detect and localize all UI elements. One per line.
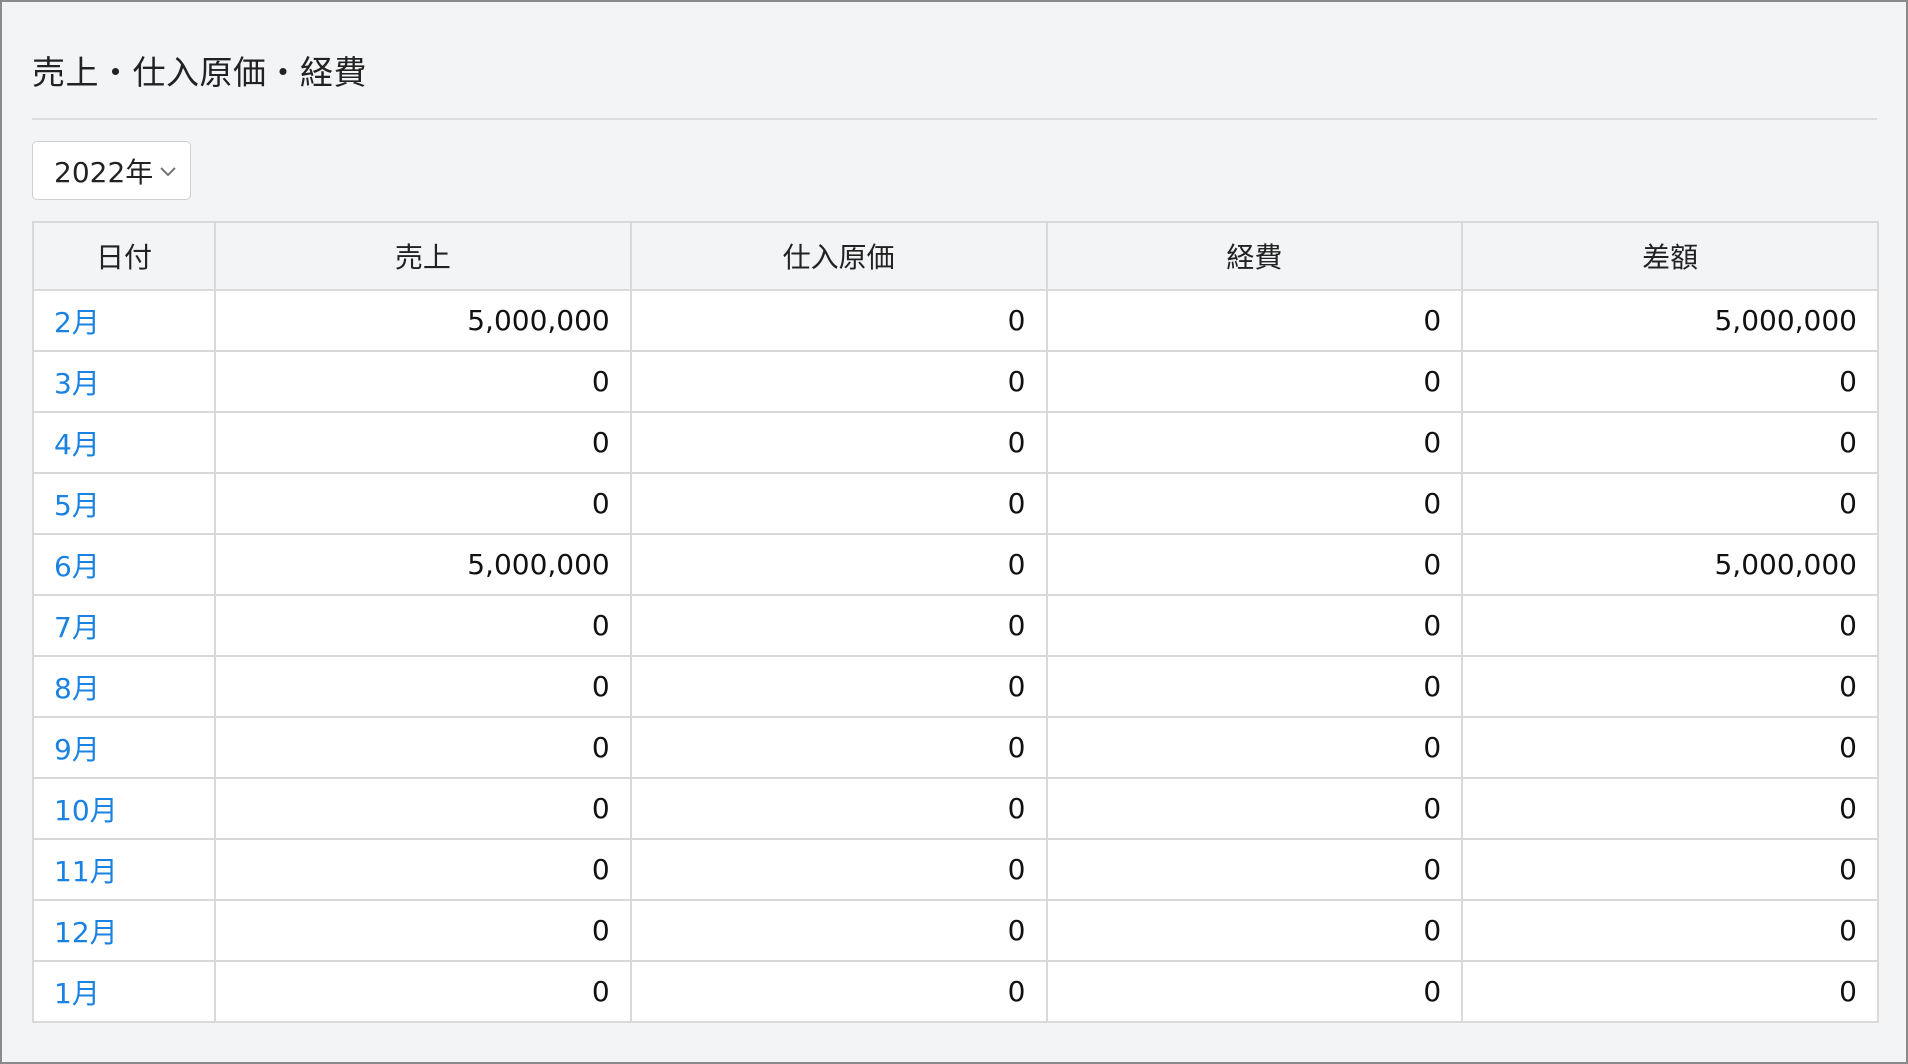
month-link[interactable]: 5月 (54, 489, 100, 522)
sales-cell: 0 (214, 838, 632, 901)
header-sales: 売上 (214, 221, 632, 291)
difference-cell: 0 (1461, 655, 1879, 718)
table-row: 5月 0 0 0 0 (32, 472, 1879, 535)
expense-cell: 0 (1045, 960, 1464, 1023)
difference-cell: 0 (1461, 594, 1879, 657)
cost-cell: 0 (629, 594, 1048, 657)
summary-table: 日付 売上 仕入原価 経費 差額 2月 5,000,000 0 0 5,000,… (32, 221, 1879, 1023)
month-link[interactable]: 10月 (54, 794, 118, 827)
sales-cell: 0 (214, 472, 632, 535)
difference-cell: 0 (1461, 960, 1879, 1023)
difference-cell: 0 (1461, 838, 1879, 901)
difference-cell: 0 (1461, 716, 1879, 779)
difference-cell: 0 (1461, 411, 1879, 474)
date-cell: 5月 (32, 472, 216, 535)
table-row: 2月 5,000,000 0 0 5,000,000 (32, 289, 1879, 352)
table-row: 10月 0 0 0 0 (32, 777, 1879, 840)
expense-cell: 0 (1045, 838, 1464, 901)
month-link[interactable]: 9月 (54, 733, 100, 766)
table-row: 9月 0 0 0 0 (32, 716, 1879, 779)
expense-cell: 0 (1045, 777, 1464, 840)
date-cell: 9月 (32, 716, 216, 779)
sales-cell: 5,000,000 (214, 533, 632, 596)
difference-cell: 0 (1461, 350, 1879, 413)
expense-cell: 0 (1045, 350, 1464, 413)
month-link[interactable]: 8月 (54, 672, 100, 705)
header-date: 日付 (32, 221, 216, 291)
expense-cell: 0 (1045, 655, 1464, 718)
expense-cell: 0 (1045, 899, 1464, 962)
month-link[interactable]: 4月 (54, 428, 100, 461)
year-select[interactable]: 2022年 (32, 141, 191, 200)
date-cell: 3月 (32, 350, 216, 413)
chevron-down-icon (160, 167, 176, 177)
report-panel: 売上・仕入原価・経費 2022年 日付 売上 仕入原価 経費 差額 2月 5,0… (0, 0, 1908, 1064)
expense-cell: 0 (1045, 533, 1464, 596)
cost-cell: 0 (629, 960, 1048, 1023)
difference-cell: 0 (1461, 777, 1879, 840)
cost-cell: 0 (629, 533, 1048, 596)
cost-cell: 0 (629, 411, 1048, 474)
cost-cell: 0 (629, 655, 1048, 718)
cost-cell: 0 (629, 899, 1048, 962)
date-cell: 6月 (32, 533, 216, 596)
date-cell: 4月 (32, 411, 216, 474)
sales-cell: 0 (214, 655, 632, 718)
date-cell: 7月 (32, 594, 216, 657)
expense-cell: 0 (1045, 472, 1464, 535)
expense-cell: 0 (1045, 716, 1464, 779)
difference-cell: 0 (1461, 472, 1879, 535)
difference-cell: 5,000,000 (1461, 533, 1879, 596)
sales-cell: 0 (214, 411, 632, 474)
month-link[interactable]: 3月 (54, 367, 100, 400)
date-cell: 10月 (32, 777, 216, 840)
expense-cell: 0 (1045, 289, 1464, 352)
sales-cell: 0 (214, 777, 632, 840)
table-header-row: 日付 売上 仕入原価 経費 差額 (32, 221, 1879, 291)
month-link[interactable]: 6月 (54, 550, 100, 583)
sales-cell: 0 (214, 899, 632, 962)
expense-cell: 0 (1045, 411, 1464, 474)
cost-cell: 0 (629, 716, 1048, 779)
cost-cell: 0 (629, 777, 1048, 840)
month-link[interactable]: 1月 (54, 977, 100, 1010)
table-row: 8月 0 0 0 0 (32, 655, 1879, 718)
year-select-value: 2022年 (54, 155, 154, 189)
header-difference: 差額 (1461, 221, 1879, 291)
header-expenses: 経費 (1045, 221, 1464, 291)
table-row: 3月 0 0 0 0 (32, 350, 1879, 413)
table-row: 11月 0 0 0 0 (32, 838, 1879, 901)
header-cost-of-goods: 仕入原価 (629, 221, 1048, 291)
table-row: 4月 0 0 0 0 (32, 411, 1879, 474)
difference-cell: 0 (1461, 899, 1879, 962)
month-link[interactable]: 7月 (54, 611, 100, 644)
difference-cell: 5,000,000 (1461, 289, 1879, 352)
expense-cell: 0 (1045, 594, 1464, 657)
date-cell: 2月 (32, 289, 216, 352)
date-cell: 12月 (32, 899, 216, 962)
date-cell: 11月 (32, 838, 216, 901)
panel-title: 売上・仕入原価・経費 (32, 53, 367, 92)
month-link[interactable]: 11月 (54, 855, 118, 888)
cost-cell: 0 (629, 350, 1048, 413)
sales-cell: 5,000,000 (214, 289, 632, 352)
date-cell: 8月 (32, 655, 216, 718)
table-row: 6月 5,000,000 0 0 5,000,000 (32, 533, 1879, 596)
title-divider (32, 118, 1877, 120)
cost-cell: 0 (629, 838, 1048, 901)
sales-cell: 0 (214, 594, 632, 657)
sales-cell: 0 (214, 960, 632, 1023)
date-cell: 1月 (32, 960, 216, 1023)
sales-cell: 0 (214, 716, 632, 779)
table-row: 7月 0 0 0 0 (32, 594, 1879, 657)
table-row: 12月 0 0 0 0 (32, 899, 1879, 962)
table-row: 1月 0 0 0 0 (32, 960, 1879, 1023)
sales-cell: 0 (214, 350, 632, 413)
month-link[interactable]: 12月 (54, 916, 118, 949)
cost-cell: 0 (629, 289, 1048, 352)
month-link[interactable]: 2月 (54, 306, 100, 339)
cost-cell: 0 (629, 472, 1048, 535)
